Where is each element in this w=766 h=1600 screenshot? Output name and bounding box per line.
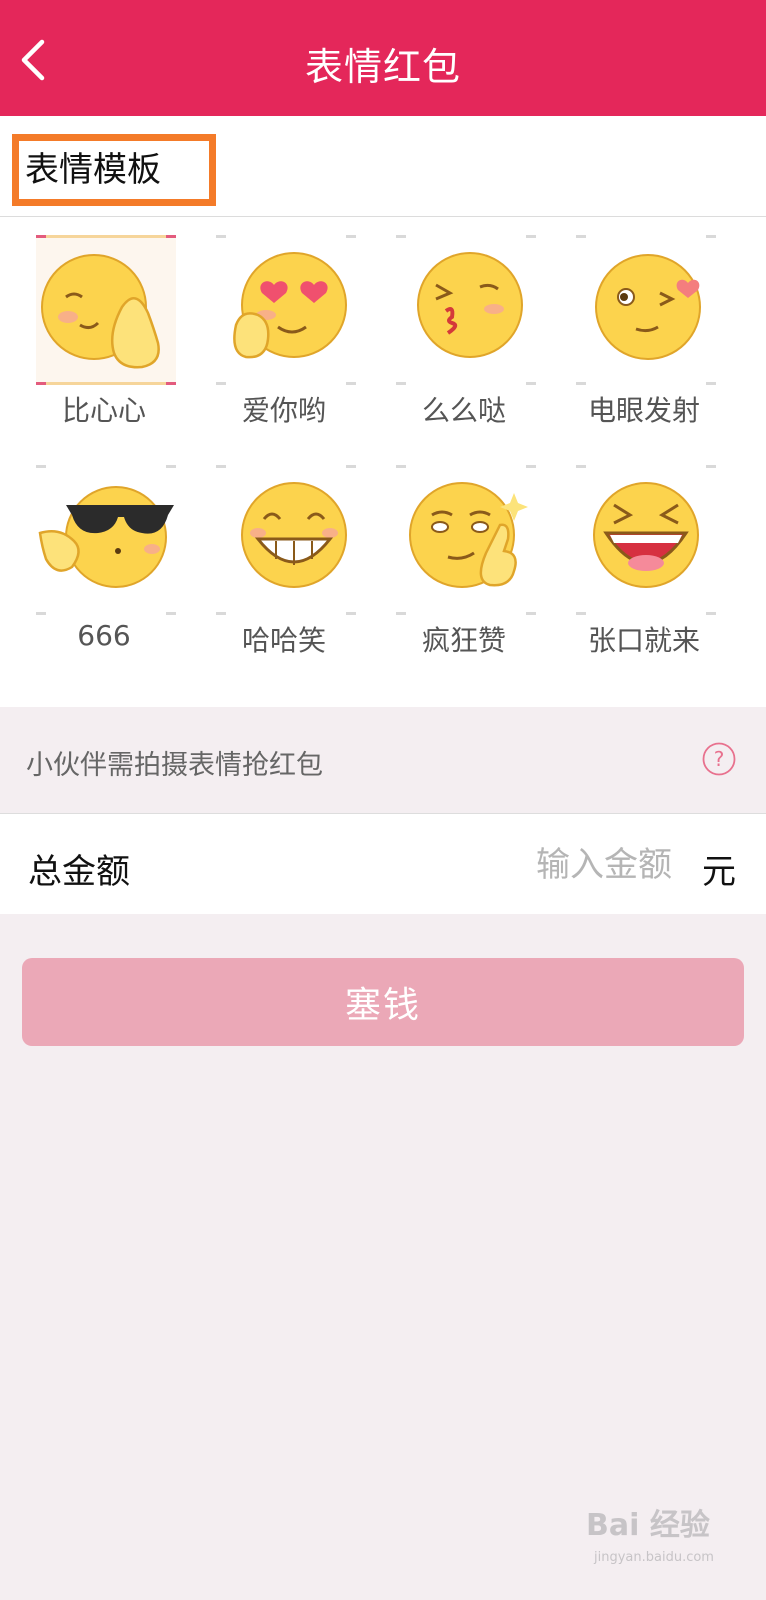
template-label: 张口就来 — [587, 624, 700, 657]
amount-label: 总金额 — [28, 852, 130, 892]
sunglasses-emoji-icon — [38, 486, 174, 588]
template-label: 电眼发射 — [587, 394, 700, 427]
template-thumb — [576, 465, 716, 615]
template-thumb — [36, 465, 176, 615]
template-item-666[interactable]: 666 — [12, 447, 196, 671]
thumbs-up-emoji-icon — [409, 482, 528, 588]
template-label: 哈哈笑 — [241, 624, 326, 657]
template-section-header: 表情模板 — [0, 116, 766, 217]
amount-row: 总金额 元 — [0, 814, 766, 914]
kissing-emoji-icon — [417, 252, 523, 358]
template-label: 666 — [77, 619, 131, 652]
template-thumb — [216, 235, 356, 385]
grinning-emoji-icon — [241, 482, 347, 588]
laughing-emoji-icon — [593, 482, 699, 588]
watermark-main: Bai 经验 — [586, 1508, 710, 1543]
watermark-url: jingyan.baidu.com — [594, 1550, 714, 1565]
template-thumb — [396, 235, 536, 385]
top-nav-bar: 表情红包 — [0, 0, 766, 116]
template-item-hahaxiao[interactable]: 哈哈笑 — [192, 447, 376, 671]
heart-hands-emoji-icon — [41, 254, 160, 369]
heart-eyes-emoji-icon — [233, 252, 347, 359]
template-thumb — [396, 465, 536, 615]
template-label: 比心心 — [61, 394, 146, 427]
hint-row: 小伙伴需拍摄表情抢红包 ? — [0, 707, 766, 814]
template-item-bixinxin[interactable]: 比心心 — [12, 217, 196, 441]
template-thumb-selected — [36, 235, 176, 385]
template-item-ainiyo[interactable]: 爱你哟 — [192, 217, 376, 441]
template-thumb — [576, 235, 716, 385]
watermark-logo: Bai 经验 jingyan.baidu.com — [586, 1500, 756, 1580]
template-label: 爱你哟 — [241, 394, 326, 427]
svg-text:?: ? — [714, 747, 725, 771]
amount-unit: 元 — [702, 852, 736, 892]
template-label: 么么哒 — [421, 394, 506, 427]
question-mark-icon[interactable]: ? — [702, 742, 736, 776]
template-item-fengkuangzan[interactable]: 疯狂赞 — [372, 447, 556, 671]
template-item-zhangkoujiulai[interactable]: 张口就来 — [552, 447, 736, 671]
submit-button[interactable]: 塞钱 — [22, 958, 744, 1046]
page-title: 表情红包 — [304, 45, 461, 89]
template-thumb — [216, 465, 356, 615]
template-item-memeda[interactable]: 么么哒 — [372, 217, 556, 441]
template-item-dianyanfashe[interactable]: 电眼发射 — [552, 217, 736, 441]
emoji-template-grid: 比心心 爱你哟 么么哒 电眼发射 666 哈哈笑 疯狂赞 张口就来 — [0, 217, 766, 707]
template-section-title: 表情模板 — [12, 134, 216, 206]
amount-input[interactable] — [380, 840, 674, 890]
hint-text: 小伙伴需拍摄表情抢红包 — [26, 750, 323, 781]
winking-heart-emoji-icon — [595, 254, 701, 360]
template-label: 疯狂赞 — [421, 624, 506, 657]
